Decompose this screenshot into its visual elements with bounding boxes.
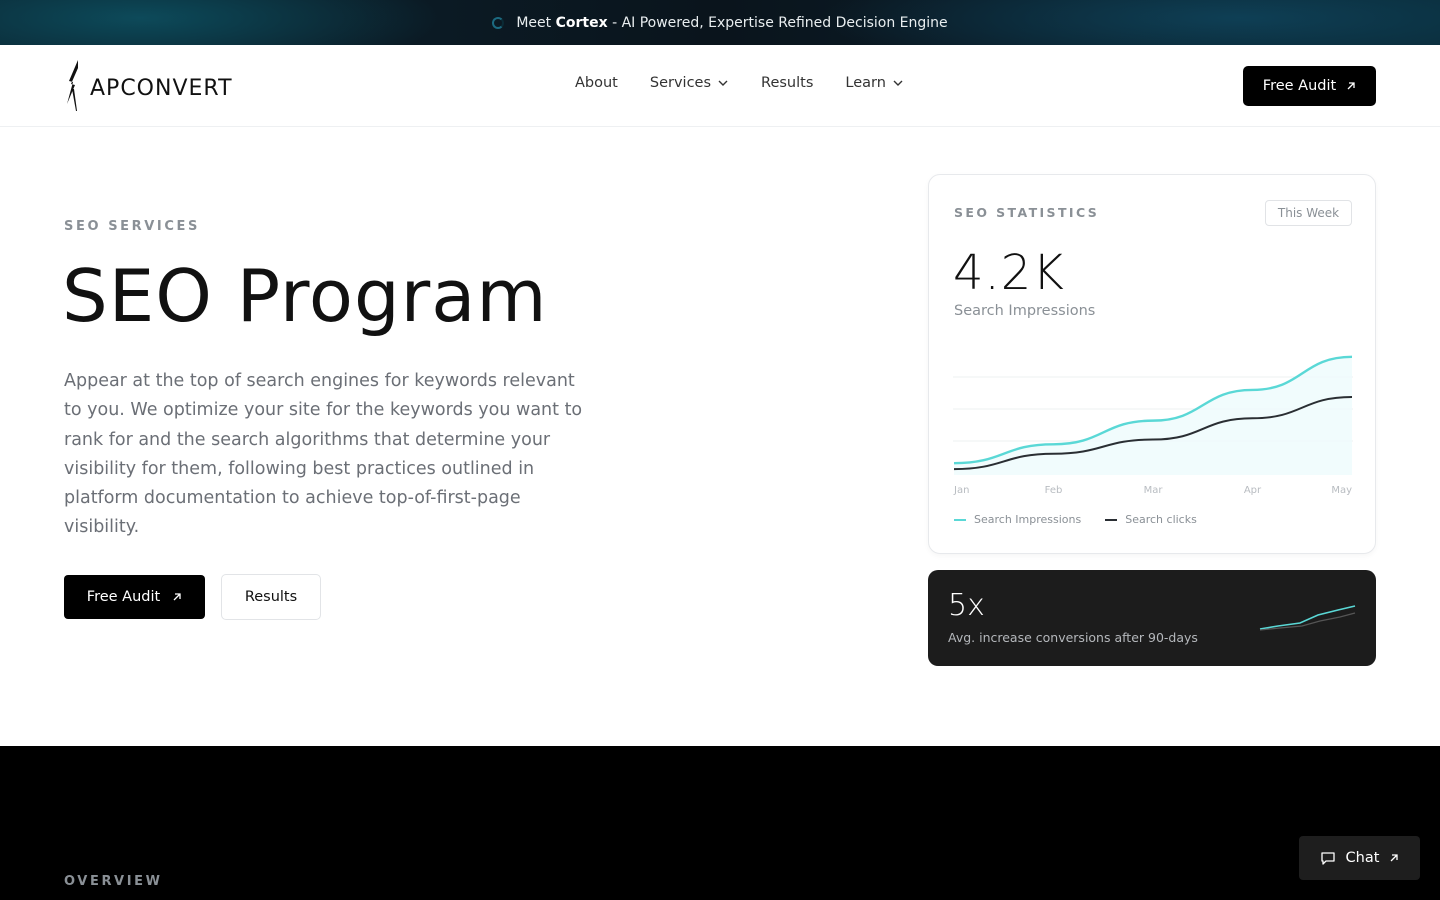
arrow-up-right-icon — [1347, 82, 1355, 90]
nav-item-learn[interactable]: Learn — [845, 75, 904, 91]
legend-label: Search Impressions — [974, 513, 1082, 526]
x-tick-label: May — [1331, 485, 1352, 496]
legend-swatch — [954, 518, 966, 521]
x-tick-label: Mar — [1144, 485, 1164, 496]
nav-item-about[interactable]: About — [575, 75, 618, 91]
hero-description: Appear at the top of search engines for … — [64, 371, 583, 538]
chat-bubble-icon — [1320, 852, 1335, 865]
stats-value: 4.2K — [953, 245, 1065, 301]
announcement-brand: Cortex — [555, 14, 608, 31]
seo-statistics-card: SEO STATISTICS This Week 4.2K Search Imp… — [928, 174, 1376, 554]
chevron-down-icon — [718, 80, 728, 86]
nav-item-label: Services — [649, 75, 712, 91]
x-tick-label: Feb — [1045, 485, 1063, 496]
hero-free-audit-button[interactable]: Free Audit — [64, 575, 205, 619]
nav-menu: About Services Results Learn — [575, 75, 936, 91]
conversion-highlight-card: 5x Avg. increase conversions after 90-da… — [928, 570, 1376, 666]
overview-section: OVERVIEW — [0, 746, 1440, 900]
arrow-up-right-icon — [173, 593, 181, 601]
free-audit-button[interactable]: Free Audit — [1243, 66, 1376, 106]
sparkline-accent — [1259, 605, 1356, 630]
period-selector[interactable]: This Week — [1265, 200, 1352, 226]
legend-item-impressions: Search Impressions — [954, 513, 1081, 526]
logo-text: APCONVERT — [90, 75, 233, 101]
announcement-prefix: Meet — [516, 14, 552, 31]
stats-value-label: Search Impressions — [954, 303, 1096, 319]
chat-button[interactable]: Chat — [1299, 836, 1420, 880]
hero-results-label: Results — [244, 589, 298, 605]
free-audit-label: Free Audit — [1262, 78, 1337, 94]
announcement-bar[interactable]: Meet Cortex - AI Powered, Expertise Refi… — [0, 0, 1440, 45]
nav-item-results[interactable]: Results — [761, 75, 813, 91]
logo[interactable]: APCONVERT — [64, 59, 233, 113]
chart-legend: Search Impressions Search clicks — [954, 513, 1221, 526]
main-navigation: APCONVERT About Services Results Learn F… — [0, 45, 1440, 127]
nav-item-label: Results — [761, 75, 814, 91]
seo-line-chart: Jan Feb Mar Apr May — [953, 355, 1353, 496]
legend-swatch — [1105, 518, 1118, 521]
x-tick-label: Jan — [953, 485, 969, 496]
sparkline-chart — [1259, 605, 1356, 631]
logo-mark-icon — [67, 60, 78, 111]
x-tick-label: Apr — [1244, 485, 1262, 496]
nav-item-label: About — [575, 75, 618, 91]
highlight-value: 5x — [948, 588, 985, 623]
legend-item-clicks: Search clicks — [1105, 513, 1197, 526]
arrow-up-right-icon — [1390, 854, 1399, 862]
hero-eyebrow: SEO SERVICES — [64, 219, 200, 234]
sparkline-secondary — [1259, 612, 1356, 631]
series-area-impressions — [954, 356, 1352, 475]
chat-label: Chat — [1345, 850, 1380, 866]
page-title: SEO Program — [62, 254, 548, 338]
legend-label: Search clicks — [1125, 513, 1197, 526]
nav-item-services[interactable]: Services — [650, 75, 729, 91]
stats-card-title: SEO STATISTICS — [954, 205, 1100, 220]
loading-spinner-icon — [492, 16, 505, 29]
nav-item-label: Learn — [845, 75, 886, 91]
announcement-suffix: - AI Powered, Expertise Refined Decision… — [612, 14, 948, 31]
hero-results-button[interactable]: Results — [221, 574, 321, 620]
hero-free-audit-label: Free Audit — [86, 589, 161, 605]
chevron-down-icon — [893, 80, 903, 86]
overview-label: OVERVIEW — [64, 874, 163, 889]
highlight-label: Avg. increase conversions after 90-days — [948, 630, 1198, 645]
